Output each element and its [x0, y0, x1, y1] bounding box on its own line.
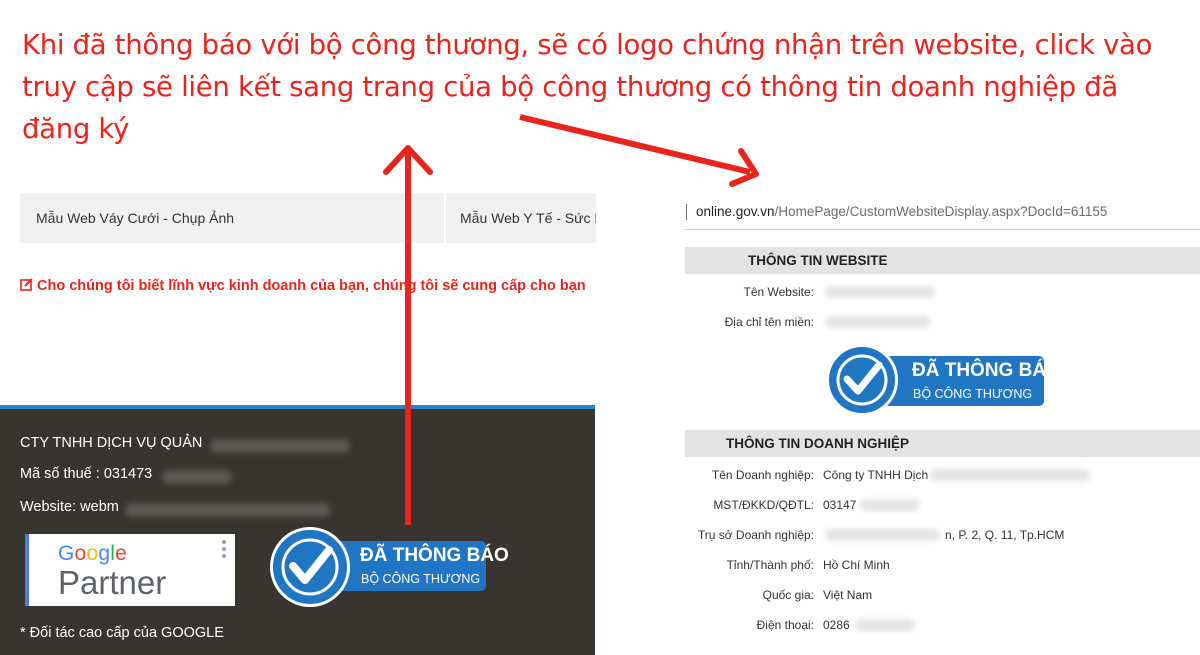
badge-seal: [826, 344, 898, 416]
annotation-text: Khi đã thông báo với bộ công thương, sẽ …: [22, 24, 1192, 150]
business-inquiry-link[interactable]: Cho chúng tôi biết lĩnh vực kinh doanh c…: [20, 276, 595, 296]
info-row: MST/ĐKKD/QĐTL: 03147: [685, 495, 1200, 515]
text-caret: [686, 204, 687, 220]
redacted-text: [860, 499, 920, 511]
partner-word: Partner: [58, 564, 167, 601]
info-row: Tên Website:: [685, 282, 1200, 302]
field-label: Tên Website:: [743, 285, 814, 299]
field-value: Hồ Chí Minh: [823, 558, 890, 572]
company-name: CTY TNHH DỊCH VỤ QUẢN: [20, 435, 203, 451]
annotation-line: truy cập sẽ liên kết sang trang của bộ c…: [22, 71, 1118, 103]
field-label: Tỉnh/Thành phố:: [726, 558, 814, 572]
info-row: Điện thoại: 0286: [685, 615, 1200, 635]
redacted-text: [125, 503, 330, 517]
url-path: /HomePage/CustomWebsiteDisplay.aspx?DocI…: [774, 204, 1108, 219]
badge-title: ĐÃ THÔNG BÁO: [912, 360, 1061, 381]
partner-note: * Đối tác cao cấp của GOOGLE: [20, 625, 224, 641]
redacted-text: [162, 470, 232, 484]
info-row: Quốc gia: Việt Nam: [685, 585, 1200, 605]
tab-wedding-template[interactable]: Mẫu Web Váy Cưới - Chụp Ảnh: [20, 193, 444, 243]
info-row: Tên Doanh nghiệp: Công ty TNHH Dịch: [685, 465, 1200, 485]
url-domain: online.gov.vn: [696, 204, 775, 219]
field-label: Quốc gia:: [762, 588, 814, 602]
tab-medical-template[interactable]: Mẫu Web Y Tế - Sức Kh: [446, 193, 596, 243]
redacted-text: [930, 469, 1090, 481]
notice-text: Cho chúng tôi biết lĩnh vực kinh doanh c…: [37, 278, 586, 294]
redacted-text: [825, 286, 935, 298]
field-label: Điện thoại:: [756, 618, 814, 632]
google-partner-badge[interactable]: Google Partner: [25, 534, 235, 606]
business-info-heading: THÔNG TIN DOANH NGHIỆP: [685, 430, 1200, 457]
check-icon: [836, 354, 888, 406]
field-value: n, P. 2, Q. 11, Tp.HCM: [945, 528, 1065, 542]
field-label: MST/ĐKKD/QĐTL:: [713, 498, 814, 512]
field-label: Tên Doanh nghiệp:: [711, 468, 814, 482]
field-value: 03147: [823, 498, 857, 512]
annotation-line: đăng ký: [22, 113, 130, 145]
redacted-text: [825, 316, 930, 328]
website-address[interactable]: Website: webm: [20, 499, 119, 515]
field-label: Địa chỉ tên miền:: [724, 315, 814, 329]
google-wordmark: Google: [58, 542, 127, 565]
redacted-text: [825, 529, 940, 541]
redacted-text: [855, 619, 915, 631]
field-value: Công ty TNHH Dịch: [823, 468, 929, 482]
info-row: Trụ sở Doanh nghiệp: n, P. 2, Q. 11, Tp.…: [685, 525, 1200, 545]
field-label: Trụ sở Doanh nghiệp:: [697, 528, 814, 542]
badge-subtitle: BỘ CÔNG THƯƠNG: [361, 572, 481, 586]
badge-seal: [270, 527, 350, 607]
info-row: Tỉnh/Thành phố: Hồ Chí Minh: [685, 555, 1200, 575]
template-tabs: Mẫu Web Váy Cưới - Chụp Ảnh Mẫu Web Y Tế…: [20, 193, 596, 243]
redacted-text: [210, 439, 350, 453]
address-bar[interactable]: online.gov.vn/HomePage/CustomWebsiteDisp…: [684, 200, 1200, 230]
tax-code: Mã số thuế : 031473: [20, 466, 153, 482]
edit-icon: [20, 278, 33, 291]
field-value: Việt Nam: [823, 588, 873, 602]
badge-subtitle: BỘ CÔNG THƯƠNG: [913, 387, 1033, 401]
more-vert-icon: [222, 540, 226, 561]
field-value: 0286: [823, 618, 850, 632]
annotation-line: Khi đã thông báo với bộ công thương, sẽ …: [22, 29, 1153, 61]
badge-title: ĐÃ THÔNG BÁO: [360, 545, 509, 566]
website-info-heading: THÔNG TIN WEBSITE: [685, 247, 1200, 274]
check-icon: [281, 538, 339, 596]
info-row: Địa chỉ tên miền:: [685, 312, 1200, 332]
